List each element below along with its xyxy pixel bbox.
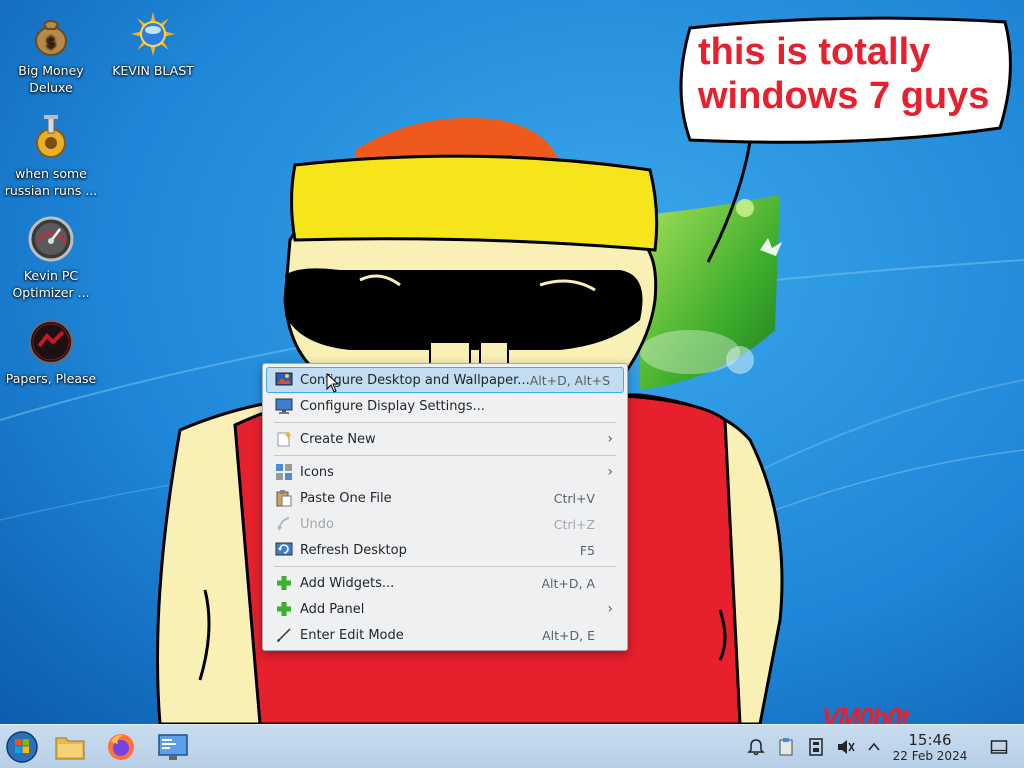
desktop-icon-when-some-russian-runs[interactable]: when some russian runs ... [1,113,101,199]
file-manager-button[interactable] [52,729,88,765]
menu-item-label: Enter Edit Mode [300,627,404,643]
menu-separator [274,422,616,423]
new-sparkle-icon [277,431,292,447]
desktop-icon-label: Kevin PC Optimizer ... [12,268,90,300]
gear-sun-icon [36,115,66,158]
menu-item-label: Refresh Desktop [300,542,407,558]
chevron-right-icon: › [607,464,613,480]
firefox-button[interactable] [103,729,139,765]
desktop-icon-label: KEVIN BLAST [112,63,194,78]
menu-item-shortcut: Alt+D, Alt+S [529,372,611,388]
menu-item-refresh[interactable]: Refresh Desktop F5 [266,537,624,563]
menu-item-create-new[interactable]: Create New › [266,426,624,452]
system-settings-button[interactable] [155,729,191,765]
start-orb-icon [6,731,38,763]
start-button[interactable] [4,729,40,765]
refresh-icon [275,542,293,556]
volume-muted-icon [838,740,855,754]
edit-icon [277,628,291,642]
taskbar: 15:46 22 Feb 2024 [0,724,1024,768]
menu-separator [274,566,616,567]
menu-item-add-widgets[interactable]: Add Widgets... Alt+D, A [266,570,624,596]
desktop-icon-label: Papers, Please [5,371,97,386]
desktop-context-menu: Configure Desktop and Wallpaper... Alt+D… [262,363,628,651]
menu-item-undo[interactable]: Undo Ctrl+Z [266,511,624,537]
chevron-right-icon: › [607,601,613,617]
speech-bubble-line-2: windows 7 guys [698,75,990,117]
menu-item-shortcut: F5 [579,542,595,558]
money-bag-icon: $ [35,20,67,56]
svg-text:$: $ [46,33,56,51]
icons-grid-icon [276,464,292,480]
show-desktop-button[interactable] [988,736,1010,758]
sunburst-icon [131,12,175,56]
menu-item-label: Add Panel [300,601,365,617]
speech-bubble-line-1: this is totally [698,31,931,73]
clipboard-icon [779,738,793,756]
display-icon [275,398,293,414]
menu-item-enter-edit-mode[interactable]: Enter Edit Mode Alt+D, E [266,622,624,648]
papers-please-icon [29,320,73,364]
clock-date: 22 Feb 2024 [892,749,968,763]
clock[interactable]: 15:46 22 Feb 2024 [880,732,980,764]
menu-item-add-panel[interactable]: Add Panel › [266,596,624,622]
add-icon [277,576,291,590]
desktop-icon-kevin-blast[interactable]: KEVIN BLAST [103,10,203,79]
show-desktop-icon [990,740,1008,754]
menu-item-label: Configure Display Settings... [300,398,485,414]
desktop-icon-kevin-pc-optimizer[interactable]: Kevin PC Optimizer ... [1,215,101,301]
paste-icon [276,490,292,507]
desktop-icon-label: Big Money Deluxe [18,63,84,95]
notifications-button[interactable] [745,736,767,758]
menu-item-paste[interactable]: Paste One File Ctrl+V [266,485,624,511]
system-settings-icon [158,734,188,760]
volume-button[interactable] [835,736,857,758]
clock-time: 15:46 [908,731,952,749]
menu-item-shortcut: Alt+D, A [541,575,595,591]
storage-icon [809,738,823,756]
speech-bubble-text: this is totally windows 7 guys [698,30,998,118]
menu-item-shortcut: Ctrl+Z [553,516,595,532]
menu-item-label: Icons [300,464,334,480]
menu-item-shortcut: Ctrl+V [553,490,595,506]
desktop-icon-big-money-deluxe[interactable]: $ Big Money Deluxe [1,10,101,96]
menu-item-shortcut: Alt+D, E [542,627,595,643]
add-icon [277,602,291,616]
menu-item-label: Add Widgets... [300,575,395,591]
file-manager-icon [55,737,85,760]
desktop-wallpaper-icon [275,372,293,386]
menu-item-label: Undo [300,516,334,532]
menu-item-icons[interactable]: Icons › [266,459,624,485]
storage-button[interactable] [805,736,827,758]
menu-item-configure-display[interactable]: Configure Display Settings... [266,393,624,419]
undo-icon [277,517,290,531]
menu-item-label: Create New [300,431,376,447]
menu-separator [274,455,616,456]
speedometer-icon [28,216,74,262]
chevron-right-icon: › [607,431,613,447]
desktop-icon-label: when some russian runs ... [4,166,98,198]
notifications-icon [747,739,765,756]
mouse-cursor-icon [326,373,340,393]
menu-item-configure-desktop[interactable]: Configure Desktop and Wallpaper... Alt+D… [266,367,624,393]
clipboard-button[interactable] [775,736,797,758]
desktop-icon-papers-please[interactable]: Papers, Please [1,318,101,387]
menu-item-label: Paste One File [300,490,392,506]
firefox-icon [108,734,134,760]
